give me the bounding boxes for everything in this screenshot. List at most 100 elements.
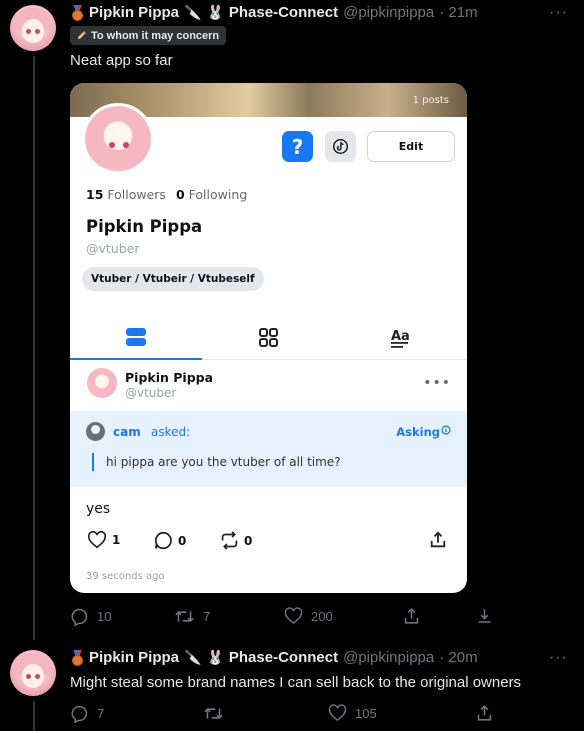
tab-text-icon: Aa (334, 315, 466, 360)
tweet-text: Might steal some brand names I can sell … (70, 674, 522, 691)
like-count: 200 (311, 608, 333, 624)
post-repost: 0 (220, 531, 252, 550)
repost-icon (221, 531, 238, 550)
follow-stats: 15 Followers 0 Following (86, 187, 247, 202)
tweet-text: Neat app so far (70, 52, 173, 69)
download-button[interactable] (476, 607, 493, 625)
affiliation[interactable]: Phase-Connect (229, 4, 338, 21)
reply-button[interactable]: 10 (70, 607, 111, 626)
retweet-button[interactable] (203, 704, 232, 723)
ask-box: cam asked: Asking hi pippa are you the v… (70, 411, 467, 487)
post-share (429, 531, 447, 549)
heart-icon (87, 531, 107, 549)
avatar[interactable] (10, 650, 56, 696)
medal-icon (70, 4, 84, 21)
share-icon (430, 531, 446, 548)
medal-icon (70, 649, 84, 666)
post-header: Pipkin Pippa @vtuber ••• (70, 365, 467, 409)
retweet-button[interactable]: 7 (174, 607, 210, 626)
knife-icon: 🔪 (184, 649, 202, 665)
download-icon (478, 609, 491, 623)
tab-grid-icon (202, 315, 334, 360)
post-avatar (87, 368, 117, 398)
like-count: 105 (355, 705, 377, 721)
asking-text: Asking (396, 425, 440, 439)
post-author-name: Pipkin Pippa (125, 370, 214, 385)
rabbit-icon: 🐰 (206, 4, 224, 20)
tweet-actions: 10 7 200 (70, 607, 500, 627)
share-button[interactable] (403, 607, 420, 625)
asker-avatar (86, 422, 105, 441)
avatar[interactable] (10, 5, 56, 51)
reply-count: 7 (97, 706, 105, 721)
post-more-icon: ••• (423, 375, 451, 391)
timestamp[interactable]: · 21m (439, 4, 477, 21)
followers-count: 15 (86, 187, 104, 202)
tweet-1[interactable]: Pipkin Pippa 🔪 🐰 Phase-Connect @pipkinpi… (0, 0, 584, 640)
post-like-count: 1 (112, 533, 121, 547)
reply-button[interactable]: 7 (70, 704, 104, 723)
thread-line (33, 56, 35, 640)
like-icon (328, 704, 347, 722)
reply-icon (71, 705, 88, 723)
concern-label[interactable]: To whom it may concern (70, 26, 227, 45)
profile-handle: @vtuber (86, 241, 140, 256)
post-author-handle: @vtuber (125, 386, 177, 400)
tweet-2[interactable]: Pipkin Pippa 🔪 🐰 Phase-Connect @pipkinpi… (0, 645, 584, 731)
avatar-eye-left (26, 29, 31, 34)
like-icon (284, 607, 303, 625)
share-icon (404, 608, 419, 624)
user-handle[interactable]: @pipkinpippa (343, 649, 434, 666)
more-options-icon[interactable]: ··· (549, 649, 568, 667)
tweet-actions: 7 105 (70, 704, 500, 724)
avatar-eye-left (26, 674, 31, 679)
post-repost-count: 0 (244, 533, 253, 548)
asking-label: Asking (396, 425, 451, 439)
reply-count: 10 (97, 609, 112, 624)
knife-icon: 🔪 (184, 4, 202, 20)
ask-question: hi pippa are you the vtuber of all time? (92, 453, 341, 471)
avatar-eye-right (35, 29, 40, 34)
following-count: 0 (175, 187, 185, 202)
question-button: ? (282, 131, 313, 162)
user-handle[interactable]: @pipkinpippa (343, 4, 434, 21)
profile-name: Pipkin Pippa (86, 217, 203, 236)
display-name[interactable]: Pipkin Pippa (89, 649, 179, 666)
share-icon (477, 705, 492, 721)
reply-icon (71, 608, 88, 626)
following-label: Following (188, 187, 248, 202)
avatar-eye-right (35, 674, 40, 679)
info-icon (441, 425, 451, 435)
asker-name: cam (113, 425, 141, 439)
retweet-count: 7 (203, 609, 211, 624)
more-options-icon[interactable]: ··· (549, 4, 568, 22)
tiktok-icon (325, 131, 356, 162)
retweet-icon (175, 611, 194, 622)
display-name[interactable]: Pipkin Pippa (89, 4, 179, 21)
like-button[interactable]: 105 (328, 704, 377, 722)
followers-label: Followers (107, 187, 166, 202)
like-button[interactable]: 200 (284, 607, 333, 625)
share-button[interactable] (476, 704, 493, 722)
post-time-ago: 39 seconds ago (86, 571, 165, 582)
post-comment: 0 (154, 531, 186, 550)
posts-count: 1 posts (412, 95, 449, 106)
bio-chip: Vtuber / Vtubeir / Vtubeself (82, 267, 264, 291)
answer-text: yes (86, 501, 111, 517)
tweet-header: Pipkin Pippa 🔪 🐰 Phase-Connect @pipkinpi… (70, 649, 478, 666)
profile-avatar (82, 103, 154, 175)
svg-text:Aa: Aa (391, 329, 410, 344)
timestamp[interactable]: · 20m (439, 649, 477, 666)
profile-tabs: Aa (70, 315, 467, 360)
affiliation[interactable]: Phase-Connect (229, 649, 338, 666)
concern-text: To whom it may concern (91, 29, 220, 42)
pencil-icon (77, 30, 87, 40)
embedded-image[interactable]: 1 posts ? Edit 15 Followers 0 Following … (70, 83, 467, 593)
thread-line (33, 701, 35, 731)
post-actions: 1 0 0 (70, 529, 467, 555)
comment-icon (154, 531, 172, 550)
tab-list-icon (70, 315, 202, 360)
retweet-icon (204, 708, 223, 719)
rabbit-icon: 🐰 (206, 649, 224, 665)
edit-button: Edit (367, 131, 455, 162)
